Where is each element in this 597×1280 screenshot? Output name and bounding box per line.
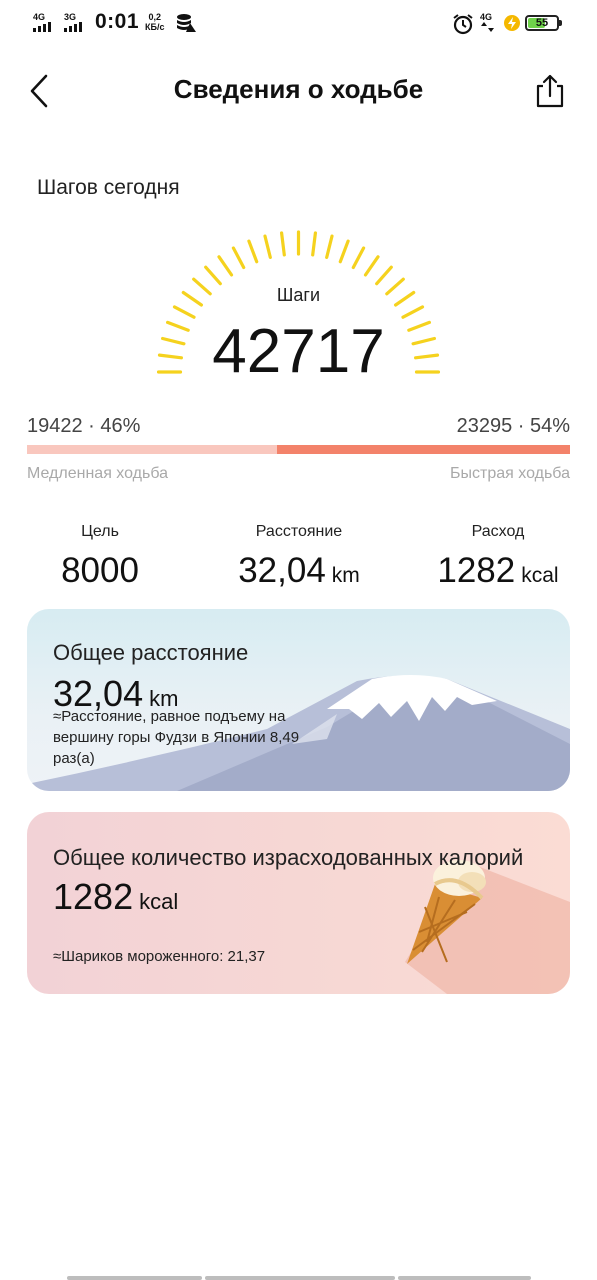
distance-stat: Расстояние 32,04 km	[199, 523, 399, 591]
network-type-right: 4G	[480, 12, 493, 22]
goal-stat: Цель 8000	[0, 523, 200, 591]
total-calories-value-row: 1282 kcal	[53, 876, 178, 918]
steps-value: 42717	[212, 317, 385, 386]
nav-bar-segment	[398, 1276, 531, 1280]
distance-unit: km	[331, 564, 360, 587]
total-distance-note: ≈Расстояние, равное подъему на вершину г…	[53, 708, 300, 767]
burn-stat: Расход 1282 kcal	[398, 523, 597, 591]
gauge-tick	[263, 234, 272, 260]
gauge-tick	[279, 231, 286, 257]
goal-value: 8000	[61, 551, 139, 590]
slow-walk-label: Медленная ходьба	[27, 465, 169, 482]
burn-label: Расход	[471, 523, 525, 540]
fast-walk-value: 23295 · 54%	[456, 415, 570, 437]
total-calories-card[interactable]: Общее количество израсходованных калорий…	[27, 812, 570, 994]
alarm-icon	[453, 14, 473, 35]
gauge-tick	[204, 265, 222, 286]
today-steps-heading: Шагов сегодня	[37, 176, 180, 199]
network-type-1: 4G	[33, 12, 46, 22]
data-arrows-icon	[481, 22, 494, 32]
total-calories-unit: kcal	[139, 889, 179, 914]
signal-icon	[33, 22, 51, 32]
total-calories-heading: Общее количество израсходованных калорий	[53, 845, 524, 870]
steps-label: Шаги	[276, 285, 321, 305]
fast-walk-bar	[276, 445, 570, 454]
gauge-tick	[351, 246, 366, 270]
battery-level: 55	[535, 17, 549, 29]
goal-label: Цель	[81, 523, 119, 540]
gauge-tick	[375, 265, 393, 286]
nav-bar-segment	[67, 1276, 202, 1280]
fast-walk-label: Быстрая ходьба	[450, 465, 570, 482]
status-bar: 4G 3G 0:01 0,2 КБ/с 4G 55	[0, 0, 597, 46]
clock: 0:01	[95, 10, 140, 33]
battery-tip	[559, 20, 562, 26]
speed-value: 0,2	[148, 12, 161, 22]
distance-value: 32,04	[238, 551, 326, 590]
network-speed: 0,2 КБ/с	[145, 12, 164, 32]
speed-unit: КБ/с	[145, 22, 165, 32]
nav-bar-segment	[205, 1276, 395, 1280]
charging-icon	[504, 15, 520, 31]
gauge-tick	[311, 231, 317, 257]
distance-value-row: 32,04 km	[199, 551, 399, 591]
gauge-tick	[247, 239, 259, 264]
total-calories-value: 1282	[53, 876, 134, 917]
battery-icon: 55	[525, 15, 559, 31]
burn-unit: kcal	[521, 564, 559, 587]
gauge-tick	[363, 255, 380, 277]
total-calories-note: ≈Шариков мороженного: 21,37	[53, 948, 266, 965]
slow-walk-value: 19422 · 46%	[27, 415, 141, 437]
total-distance-card[interactable]: Общее расстояние 32,04 km ≈Расстояние, ра…	[27, 609, 570, 791]
burn-value: 1282	[437, 551, 516, 590]
gauge-tick	[231, 246, 246, 270]
signal-icon	[64, 22, 82, 32]
burn-value-row: 1282 kcal	[398, 551, 597, 591]
gauge-tick	[217, 255, 234, 277]
distance-label: Расстояние	[255, 523, 343, 540]
walk-split-bar	[27, 445, 570, 454]
total-distance-heading: Общее расстояние	[53, 640, 249, 665]
network-type-2: 3G	[64, 12, 77, 22]
data-icon	[177, 14, 196, 32]
slow-walk-bar	[27, 445, 277, 454]
gauge-tick	[338, 239, 350, 264]
page-title: Сведения о ходьбе	[173, 74, 424, 104]
share-icon[interactable]	[533, 72, 567, 110]
gauge-tick	[325, 234, 334, 260]
